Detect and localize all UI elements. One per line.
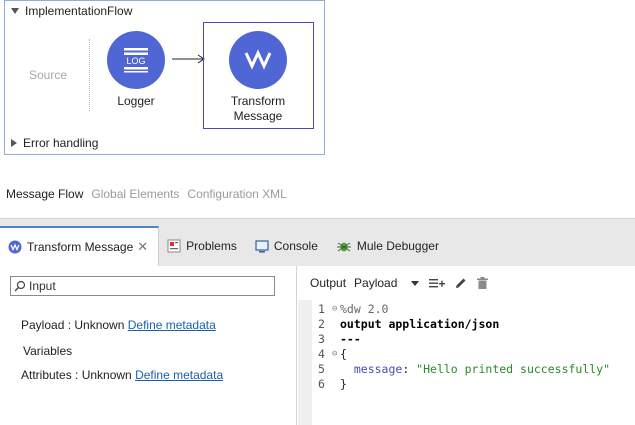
tab-problems-label: Problems (186, 239, 237, 253)
line-number: 5 (318, 362, 325, 376)
attributes-define-metadata-link[interactable]: Define metadata (135, 368, 223, 382)
code-line: 3 --- (318, 332, 361, 347)
search-icon (14, 280, 26, 292)
trash-icon[interactable] (477, 277, 489, 289)
error-handling-row[interactable]: Error handling (11, 136, 98, 150)
line-number: 1 (318, 302, 325, 316)
tab-global-elements[interactable]: Global Elements (91, 187, 179, 201)
chevron-down-icon[interactable] (411, 280, 420, 286)
transform-message-label: Transform Message (208, 94, 308, 124)
collapse-triangle-icon[interactable] (11, 8, 19, 14)
flow-arrow-icon (172, 54, 205, 64)
attributes-label: Attributes : Unknown (21, 368, 136, 382)
tab-message-flow[interactable]: Message Flow (6, 187, 83, 201)
code-text: { (340, 347, 347, 361)
variables-row[interactable]: Variables (23, 344, 72, 358)
tab-console[interactable]: Console (247, 226, 328, 266)
tab-problems[interactable]: Problems (159, 226, 247, 266)
problems-icon (167, 239, 181, 253)
code-text: } (340, 377, 347, 391)
tab-mule-debugger[interactable]: Mule Debugger (328, 226, 449, 266)
source-placeholder[interactable]: Source (29, 68, 67, 82)
code-line: 4 ⊖{ (318, 347, 347, 362)
payload-row: Payload : Unknown Define metadata (21, 318, 216, 332)
expand-triangle-icon[interactable] (11, 139, 17, 147)
logger-label: Logger (117, 94, 155, 108)
fold-marker-icon[interactable]: ⊖ (332, 302, 340, 317)
line-number: 3 (318, 332, 325, 346)
editor-tabs: Message Flow Global Elements Configurati… (6, 187, 287, 201)
logger-icon-text: LOG (126, 56, 145, 66)
transform-label-line1: Transform (230, 94, 286, 108)
code-key: message (340, 362, 403, 376)
code-colon: : (402, 362, 417, 376)
tab-transform-message[interactable]: Transform Message ✕ (0, 226, 160, 266)
transform-message-tab-icon (8, 240, 22, 254)
code-line: 1 ⊖ %dw 2.0 (318, 302, 388, 317)
edit-pencil-icon[interactable] (455, 277, 467, 289)
code-line: 5 message: "Hello printed successfully" (318, 362, 610, 377)
dataweave-code-editor[interactable]: 1 ⊖ %dw 2.0 2 output application/json 3 --- … (298, 300, 635, 425)
output-label: Output (310, 276, 347, 290)
input-pane: Input Payload : Unknown Define metadata … (0, 266, 297, 425)
close-icon[interactable]: ✕ (137, 239, 148, 255)
flow-header[interactable]: ImplementationFlow (11, 4, 132, 18)
source-divider (89, 39, 90, 111)
code-text: --- (340, 332, 361, 346)
transform-label-line2: Message (233, 109, 283, 123)
output-target-select[interactable]: Payload (354, 276, 397, 290)
transform-message-icon (244, 49, 272, 70)
tab-mule-debugger-label: Mule Debugger (356, 239, 439, 253)
flow-canvas: ImplementationFlow Source LOG Logger Tra… (4, 0, 325, 155)
console-icon (255, 239, 269, 253)
attributes-row: Attributes : Unknown Define metadata (21, 368, 223, 382)
error-handling-label: Error handling (23, 136, 99, 150)
input-search-placeholder: Input (29, 279, 56, 293)
line-number: 2 (318, 317, 325, 331)
variables-label: Variables (23, 344, 73, 358)
output-toolbar: Output Payload (310, 276, 489, 290)
code-line: 6} (318, 377, 347, 392)
editor-gutter (298, 300, 312, 425)
code-string: "Hello printed successfully" (416, 362, 611, 376)
code-text: output application/json (340, 317, 500, 331)
mule-debugger-icon (336, 239, 352, 253)
tab-configuration-xml[interactable]: Configuration XML (187, 187, 286, 201)
add-list-icon[interactable] (429, 277, 446, 289)
logger-icon: LOG (124, 48, 148, 73)
view-tabs: Transform Message ✕ Problems Console Mul… (0, 226, 449, 266)
tab-console-label: Console (273, 239, 318, 253)
code-text: %dw 2.0 (340, 302, 389, 316)
fold-marker-icon[interactable]: ⊖ (332, 347, 340, 362)
transform-message-node[interactable] (229, 31, 287, 89)
flow-name: ImplementationFlow (25, 4, 133, 18)
logger-node[interactable]: LOG (107, 31, 165, 89)
payload-define-metadata-link[interactable]: Define metadata (128, 318, 216, 332)
payload-label: Payload : Unknown (21, 318, 128, 332)
line-number: 6 (318, 377, 325, 391)
line-number: 4 (318, 347, 325, 361)
tab-transform-message-label: Transform Message (27, 240, 134, 254)
code-line: 2 output application/json (318, 317, 499, 332)
input-search-field[interactable]: Input (10, 276, 275, 296)
